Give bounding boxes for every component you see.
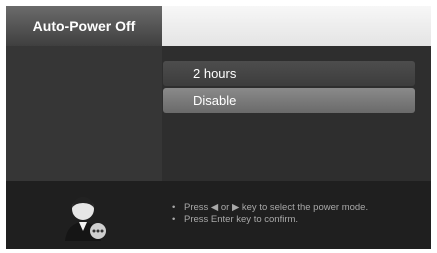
page-title: Auto-Power Off <box>6 6 162 46</box>
help-footer: • Press ◀ or ▶ key to select the power mo… <box>6 181 431 249</box>
help-text: • Press ◀ or ▶ key to select the power mo… <box>172 202 428 226</box>
header-bar: Auto-Power Off <box>6 6 431 46</box>
dialog-screen: Auto-Power Off 2 hours Disable • Press ◀ … <box>6 6 431 249</box>
option-2-hours[interactable]: 2 hours <box>163 61 415 86</box>
option-disable[interactable]: Disable <box>163 88 415 113</box>
sidebar-panel <box>6 46 162 181</box>
options-list: 2 hours Disable <box>162 46 431 181</box>
help-hint-confirm: • Press Enter key to confirm. <box>172 214 299 225</box>
help-hint-select: • Press ◀ or ▶ key to select the power mo… <box>172 202 369 213</box>
user-avatar-icon <box>65 197 106 241</box>
